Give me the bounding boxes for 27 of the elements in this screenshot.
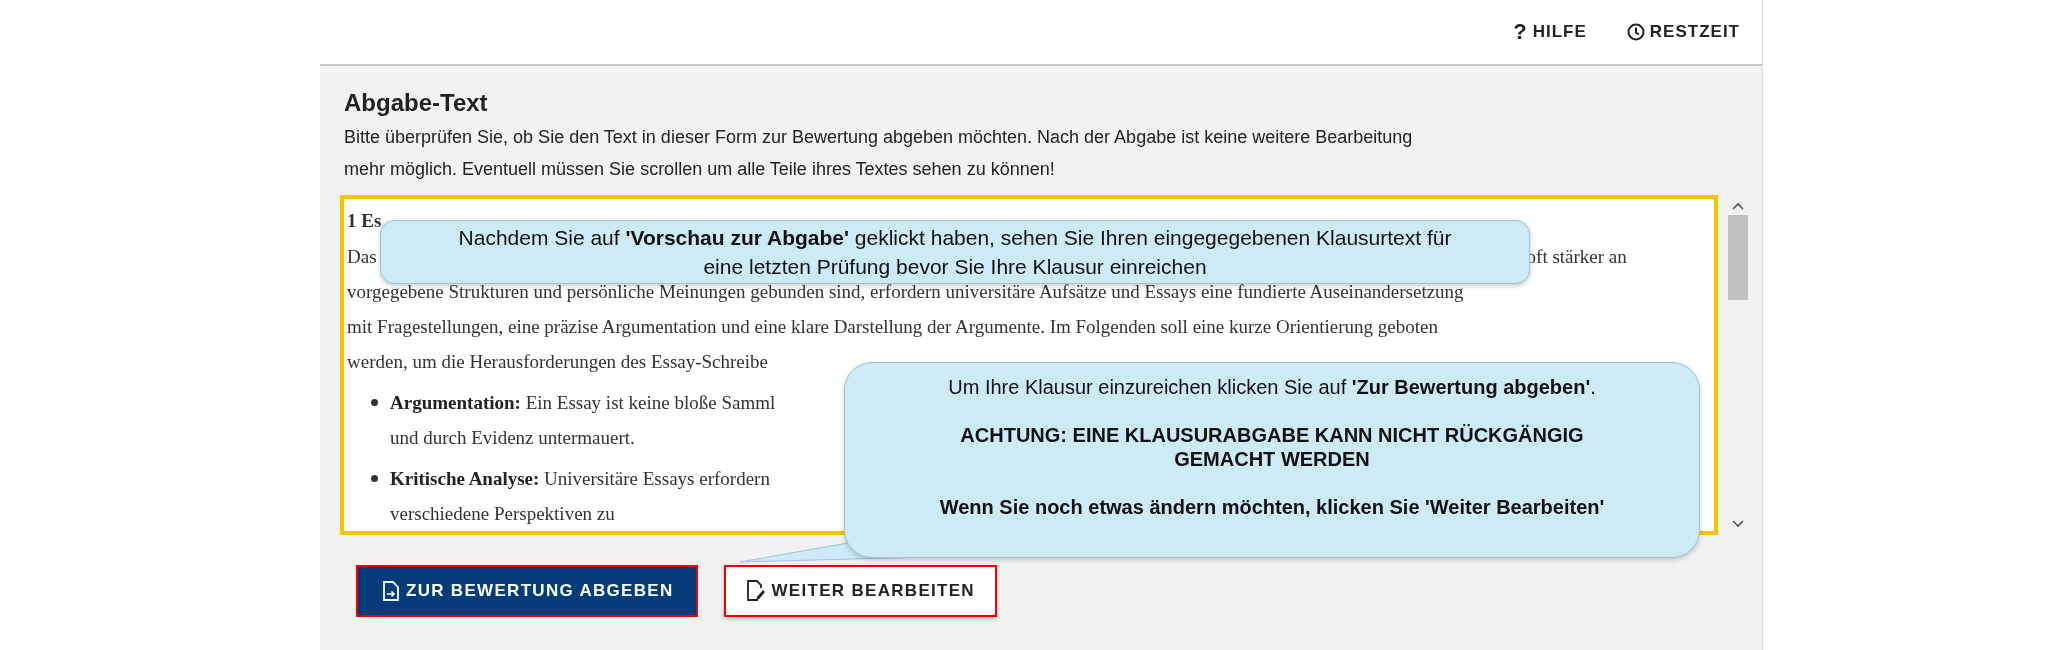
essay-text: vorgegebene Strukturen und persönliche Meinungen gebunden sind, erfordern universitäre Aufsätze und Essays eine fundierte Auseinandersetzung (347, 280, 1464, 304)
file-pencil-icon (745, 580, 766, 602)
essay-text: werden, um die Herausforderungen des Essay-Schreibe (347, 350, 768, 374)
edit-button[interactable]: WEITER BEARBEITEN (723, 565, 997, 617)
submit-button[interactable]: ZUR BEWERTUNG ABGEBEN (356, 565, 698, 617)
essay-text: mit Fragestellungen, eine präzise Argumentation und eine klare Darstellung der Argumente. Im Folgenden soll eine kurze Orientierung geboten (347, 315, 1438, 339)
bullet-icon (371, 399, 378, 406)
scroll-down-icon (1731, 519, 1745, 529)
callout-text: Um Ihre Klausur einzureichen klicken Sie auf 'Zur Bewertung abgeben'. (947, 375, 1597, 399)
callout-text: ACHTUNG: EINE KLAUSURABGABE KANN NICHT RÜCKGÄNGIG GEMACHT WERDEN (959, 423, 1585, 471)
essay-text: verschiedene Perspektiven zu (389, 502, 615, 526)
essay-text: Kritische Analyse: Universitäre Essays erfordern (390, 467, 770, 491)
scroll-up-icon (1731, 201, 1745, 211)
essay-text: Argumentation: Ein Essay ist keine bloße Samml (390, 391, 776, 415)
callout-text: Nachdem Sie auf 'Vorschau zur Abgabe' geklickt haben, sehen Sie Ihren eingegegebenen Klausurtext für eine letzten Prüfung bevor Sie Ihre Klausur einreichen (457, 225, 1453, 280)
clock-icon (1626, 23, 1645, 41)
essay-heading: 1 Es (347, 209, 382, 233)
instruction-text: Bitte überprüfen Sie, ob Sie den Text in dieser Form zur Bewertung abgeben möchten. Nach der Abgabe ist keine weitere Bearbeitung mehr möglich. Eventuell müssen Sie scrollen um alle Teile ihres Textes sehen zu können! (344, 126, 1414, 181)
help-icon: ? (1513, 21, 1528, 43)
essay-text: und durch Evidenz untermauert. (389, 426, 635, 450)
bullet-icon (371, 475, 378, 482)
file-arrow-icon (382, 581, 400, 601)
callout-text: Wenn Sie noch etwas ändern möchten, klicken Sie 'Weiter Bearbeiten' (938, 495, 1606, 519)
section-title: Abgabe-Text (344, 89, 489, 117)
help-button[interactable]: ? HILFE (1513, 17, 1587, 47)
time-button[interactable]: RESTZEIT (1626, 18, 1740, 46)
essay-text: Das (347, 245, 377, 269)
